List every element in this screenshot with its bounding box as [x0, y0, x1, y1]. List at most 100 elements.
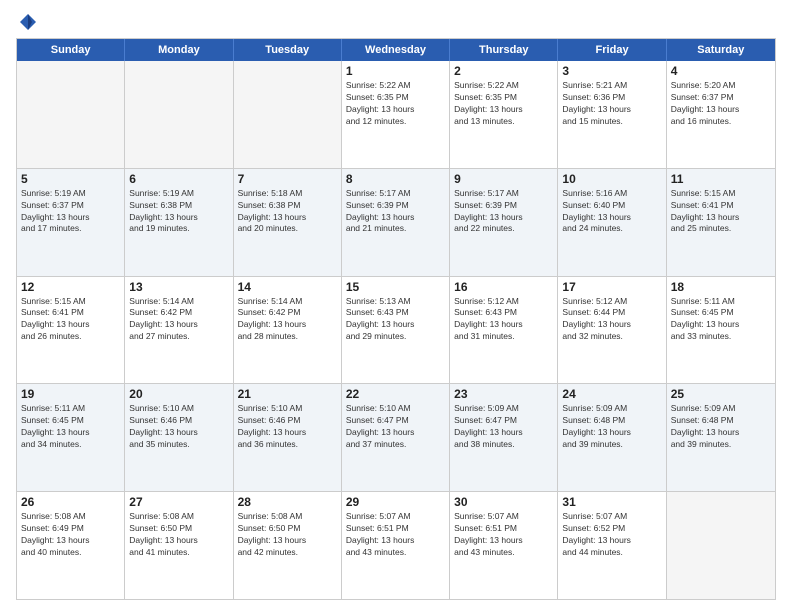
day-info: Sunrise: 5:21 AM Sunset: 6:36 PM Dayligh… — [562, 80, 661, 128]
day-info: Sunrise: 5:15 AM Sunset: 6:41 PM Dayligh… — [671, 188, 771, 236]
day-info: Sunrise: 5:08 AM Sunset: 6:49 PM Dayligh… — [21, 511, 120, 559]
day-number: 10 — [562, 172, 661, 186]
day-info: Sunrise: 5:18 AM Sunset: 6:38 PM Dayligh… — [238, 188, 337, 236]
day-number: 12 — [21, 280, 120, 294]
calendar-header-saturday: Saturday — [667, 39, 775, 61]
calendar-header-friday: Friday — [558, 39, 666, 61]
day-info: Sunrise: 5:17 AM Sunset: 6:39 PM Dayligh… — [454, 188, 553, 236]
calendar-cell: 18 Sunrise: 5:11 AM Sunset: 6:45 PM Dayli… — [667, 277, 775, 384]
calendar-week-5: 26 Sunrise: 5:08 AM Sunset: 6:49 PM Dayli… — [17, 491, 775, 599]
header — [16, 12, 776, 32]
day-info: Sunrise: 5:12 AM Sunset: 6:43 PM Dayligh… — [454, 296, 553, 344]
day-number: 30 — [454, 495, 553, 509]
calendar-cell: 4 Sunrise: 5:20 AM Sunset: 6:37 PM Daylig… — [667, 61, 775, 168]
day-number: 24 — [562, 387, 661, 401]
day-number: 28 — [238, 495, 337, 509]
calendar: SundayMondayTuesdayWednesdayThursdayFrid… — [16, 38, 776, 600]
day-info: Sunrise: 5:10 AM Sunset: 6:47 PM Dayligh… — [346, 403, 445, 451]
day-number: 21 — [238, 387, 337, 401]
calendar-cell — [667, 492, 775, 599]
calendar-cell — [234, 61, 342, 168]
calendar-cell: 13 Sunrise: 5:14 AM Sunset: 6:42 PM Dayli… — [125, 277, 233, 384]
day-number: 20 — [129, 387, 228, 401]
calendar-cell: 3Sunrise: 5:21 AM Sunset: 6:36 PM Daylig… — [558, 61, 666, 168]
day-number: 2 — [454, 64, 553, 78]
logo-icon — [18, 12, 38, 32]
day-number: 4 — [671, 64, 771, 78]
day-info: Sunrise: 5:11 AM Sunset: 6:45 PM Dayligh… — [671, 296, 771, 344]
calendar-cell: 21Sunrise: 5:10 AM Sunset: 6:46 PM Dayli… — [234, 384, 342, 491]
calendar-cell: 23Sunrise: 5:09 AM Sunset: 6:47 PM Dayli… — [450, 384, 558, 491]
calendar-cell: 26 Sunrise: 5:08 AM Sunset: 6:49 PM Dayli… — [17, 492, 125, 599]
day-info: Sunrise: 5:08 AM Sunset: 6:50 PM Dayligh… — [238, 511, 337, 559]
day-info: Sunrise: 5:13 AM Sunset: 6:43 PM Dayligh… — [346, 296, 445, 344]
calendar-header-tuesday: Tuesday — [234, 39, 342, 61]
day-info: Sunrise: 5:19 AM Sunset: 6:37 PM Dayligh… — [21, 188, 120, 236]
day-number: 9 — [454, 172, 553, 186]
calendar-cell: 17Sunrise: 5:12 AM Sunset: 6:44 PM Dayli… — [558, 277, 666, 384]
calendar-cell: 20 Sunrise: 5:10 AM Sunset: 6:46 PM Dayli… — [125, 384, 233, 491]
day-info: Sunrise: 5:10 AM Sunset: 6:46 PM Dayligh… — [129, 403, 228, 451]
day-info: Sunrise: 5:16 AM Sunset: 6:40 PM Dayligh… — [562, 188, 661, 236]
day-info: Sunrise: 5:08 AM Sunset: 6:50 PM Dayligh… — [129, 511, 228, 559]
calendar-cell: 15 Sunrise: 5:13 AM Sunset: 6:43 PM Dayli… — [342, 277, 450, 384]
calendar-cell: 10 Sunrise: 5:16 AM Sunset: 6:40 PM Dayli… — [558, 169, 666, 276]
day-number: 7 — [238, 172, 337, 186]
day-number: 27 — [129, 495, 228, 509]
calendar-header-monday: Monday — [125, 39, 233, 61]
logo — [16, 12, 38, 32]
day-info: Sunrise: 5:07 AM Sunset: 6:51 PM Dayligh… — [346, 511, 445, 559]
day-number: 26 — [21, 495, 120, 509]
day-number: 5 — [21, 172, 120, 186]
calendar-cell: 30Sunrise: 5:07 AM Sunset: 6:51 PM Dayli… — [450, 492, 558, 599]
calendar-header-thursday: Thursday — [450, 39, 558, 61]
day-number: 18 — [671, 280, 771, 294]
day-info: Sunrise: 5:17 AM Sunset: 6:39 PM Dayligh… — [346, 188, 445, 236]
calendar-week-1: 1Sunrise: 5:22 AM Sunset: 6:35 PM Daylig… — [17, 61, 775, 168]
calendar-cell: 6Sunrise: 5:19 AM Sunset: 6:38 PM Daylig… — [125, 169, 233, 276]
calendar-cell: 24 Sunrise: 5:09 AM Sunset: 6:48 PM Dayli… — [558, 384, 666, 491]
day-info: Sunrise: 5:07 AM Sunset: 6:52 PM Dayligh… — [562, 511, 661, 559]
calendar-page: SundayMondayTuesdayWednesdayThursdayFrid… — [0, 0, 792, 612]
calendar-cell: 7 Sunrise: 5:18 AM Sunset: 6:38 PM Daylig… — [234, 169, 342, 276]
day-info: Sunrise: 5:09 AM Sunset: 6:48 PM Dayligh… — [562, 403, 661, 451]
calendar-cell: 19Sunrise: 5:11 AM Sunset: 6:45 PM Dayli… — [17, 384, 125, 491]
day-number: 17 — [562, 280, 661, 294]
day-number: 22 — [346, 387, 445, 401]
calendar-cell: 31Sunrise: 5:07 AM Sunset: 6:52 PM Dayli… — [558, 492, 666, 599]
calendar-cell: 28 Sunrise: 5:08 AM Sunset: 6:50 PM Dayli… — [234, 492, 342, 599]
calendar-week-3: 12 Sunrise: 5:15 AM Sunset: 6:41 PM Dayli… — [17, 276, 775, 384]
calendar-cell: 27 Sunrise: 5:08 AM Sunset: 6:50 PM Dayli… — [125, 492, 233, 599]
day-info: Sunrise: 5:15 AM Sunset: 6:41 PM Dayligh… — [21, 296, 120, 344]
day-info: Sunrise: 5:20 AM Sunset: 6:37 PM Dayligh… — [671, 80, 771, 128]
calendar-cell — [125, 61, 233, 168]
day-info: Sunrise: 5:14 AM Sunset: 6:42 PM Dayligh… — [129, 296, 228, 344]
day-number: 11 — [671, 172, 771, 186]
calendar-week-4: 19Sunrise: 5:11 AM Sunset: 6:45 PM Dayli… — [17, 383, 775, 491]
day-info: Sunrise: 5:22 AM Sunset: 6:35 PM Dayligh… — [454, 80, 553, 128]
calendar-cell: 9 Sunrise: 5:17 AM Sunset: 6:39 PM Daylig… — [450, 169, 558, 276]
calendar-cell: 12 Sunrise: 5:15 AM Sunset: 6:41 PM Dayli… — [17, 277, 125, 384]
calendar-cell: 14Sunrise: 5:14 AM Sunset: 6:42 PM Dayli… — [234, 277, 342, 384]
calendar-cell — [17, 61, 125, 168]
day-number: 19 — [21, 387, 120, 401]
calendar-cell: 5 Sunrise: 5:19 AM Sunset: 6:37 PM Daylig… — [17, 169, 125, 276]
calendar-header-row: SundayMondayTuesdayWednesdayThursdayFrid… — [17, 39, 775, 61]
calendar-body: 1Sunrise: 5:22 AM Sunset: 6:35 PM Daylig… — [17, 61, 775, 599]
calendar-cell: 25Sunrise: 5:09 AM Sunset: 6:48 PM Dayli… — [667, 384, 775, 491]
calendar-cell: 29 Sunrise: 5:07 AM Sunset: 6:51 PM Dayli… — [342, 492, 450, 599]
day-info: Sunrise: 5:14 AM Sunset: 6:42 PM Dayligh… — [238, 296, 337, 344]
calendar-cell: 1Sunrise: 5:22 AM Sunset: 6:35 PM Daylig… — [342, 61, 450, 168]
day-info: Sunrise: 5:22 AM Sunset: 6:35 PM Dayligh… — [346, 80, 445, 128]
calendar-week-2: 5 Sunrise: 5:19 AM Sunset: 6:37 PM Daylig… — [17, 168, 775, 276]
day-number: 25 — [671, 387, 771, 401]
day-number: 13 — [129, 280, 228, 294]
day-number: 15 — [346, 280, 445, 294]
day-number: 29 — [346, 495, 445, 509]
calendar-cell: 11 Sunrise: 5:15 AM Sunset: 6:41 PM Dayli… — [667, 169, 775, 276]
day-number: 23 — [454, 387, 553, 401]
calendar-cell: 16Sunrise: 5:12 AM Sunset: 6:43 PM Dayli… — [450, 277, 558, 384]
day-number: 6 — [129, 172, 228, 186]
calendar-header-wednesday: Wednesday — [342, 39, 450, 61]
calendar-header-sunday: Sunday — [17, 39, 125, 61]
